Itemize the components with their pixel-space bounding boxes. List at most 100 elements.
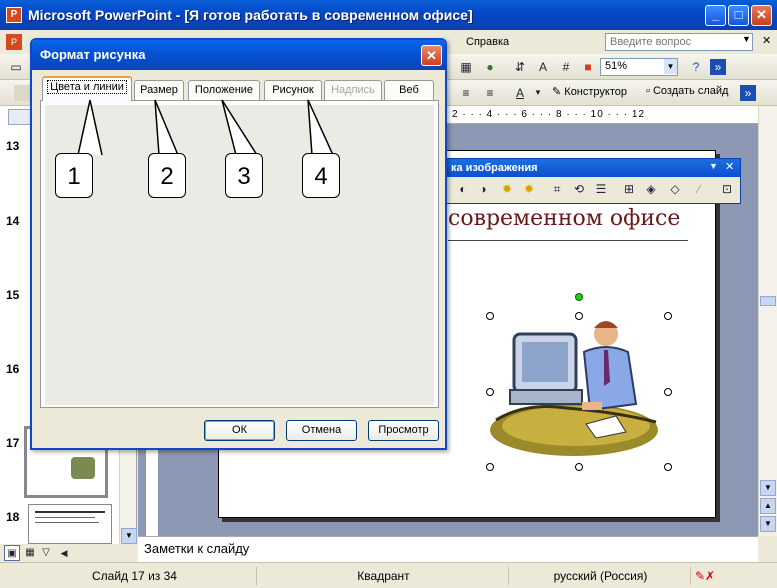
resize-handle-w[interactable] xyxy=(486,388,494,396)
rotate-left-icon[interactable]: ⟲ xyxy=(571,181,587,197)
thumb-line xyxy=(35,511,105,513)
close-document-icon[interactable]: ✕ xyxy=(762,34,771,47)
font-color-dropdown-icon[interactable]: ▼ xyxy=(530,85,546,101)
format-picture-dialog: Формат рисунка ✕ Цвета и линии Размер По… xyxy=(30,38,447,450)
design-icon: ✎ xyxy=(552,86,562,98)
slide-number-18: 18 xyxy=(6,510,20,524)
less-brightness-icon[interactable]: ✸ xyxy=(521,181,537,197)
vertical-scrollbar[interactable]: ▼ ▲ ▼ xyxy=(758,106,777,536)
zoom-dropdown-icon[interactable]: ▼ xyxy=(664,59,677,74)
scroll-thumb[interactable] xyxy=(760,296,776,306)
status-design-name: Квадрант xyxy=(256,567,506,585)
crop-icon[interactable]: ⌗ xyxy=(549,181,565,197)
toolbar-menu-icon[interactable]: ▼ xyxy=(709,161,718,171)
slide-show-icon[interactable]: ▽ xyxy=(38,545,54,561)
tab-label: Цвета и линии xyxy=(47,80,127,94)
maximize-button[interactable]: □ xyxy=(728,5,749,26)
slide-thumbnail-18[interactable] xyxy=(28,504,112,544)
document-icon[interactable]: P xyxy=(6,34,22,50)
globe-icon[interactable]: ● xyxy=(482,59,498,75)
normal-view-icon[interactable]: ▣ xyxy=(4,545,20,561)
scroll-down-icon[interactable]: ▼ xyxy=(760,480,776,496)
increase-indent-icon[interactable]: ≡ xyxy=(482,85,498,101)
status-slide-count: Слайд 17 из 34 xyxy=(92,569,177,583)
view-buttons: ▣ ▦ ▽ ◀ xyxy=(0,544,137,562)
format-picture-icon[interactable]: ◇ xyxy=(667,181,683,197)
thumb-line xyxy=(35,517,95,518)
resize-handle-e[interactable] xyxy=(664,388,672,396)
text-style-icon[interactable]: A xyxy=(535,59,551,75)
new-file-icon[interactable]: ▭ xyxy=(8,59,24,75)
title-underline xyxy=(448,240,688,241)
preview-button[interactable]: Просмотр xyxy=(368,420,439,441)
next-slide-icon[interactable]: ▼ xyxy=(760,516,776,532)
expand-icon[interactable]: ⇵ xyxy=(512,59,528,75)
tab-position[interactable]: Положение xyxy=(188,80,260,100)
recolor-picture-icon[interactable]: ◈ xyxy=(643,181,659,197)
grid-icon[interactable]: # xyxy=(558,59,574,75)
more-brightness-icon[interactable]: ✹ xyxy=(499,181,515,197)
line-style-icon[interactable]: ☰ xyxy=(593,181,609,197)
menu-help[interactable]: Справка xyxy=(466,36,509,48)
tab-colors-and-lines[interactable]: Цвета и линии xyxy=(42,76,132,101)
reset-picture-icon[interactable]: ⊡ xyxy=(719,181,735,197)
new-slide-button[interactable]: ▫ Создать слайд xyxy=(646,85,728,97)
window-title-bar: P Microsoft PowerPoint - [Я готов работа… xyxy=(0,0,777,30)
cancel-button[interactable]: Отмена xyxy=(286,420,357,441)
callout-3: 3 xyxy=(225,153,263,198)
minimize-button[interactable]: _ xyxy=(705,5,726,26)
scroll-left-icon[interactable]: ◀ xyxy=(56,545,72,561)
toolbar-options-icon[interactable]: » xyxy=(710,59,726,75)
dialog-tab-panel xyxy=(40,100,439,408)
rotate-handle[interactable] xyxy=(575,293,583,301)
powerpoint-app-icon[interactable]: P xyxy=(6,7,22,23)
slide-title-text[interactable]: современном офисе xyxy=(448,206,680,231)
help-search-input[interactable]: Введите вопрос xyxy=(605,33,753,51)
picture-toolbar: ка изображения ▼ ✕ ◐ ◑ ✹ ✸ ⌗ ⟲ ☰ ⊞ ◈ ◇ ∕… xyxy=(438,158,741,204)
slide-number-14: 14 xyxy=(6,214,20,228)
toolbar-handle-icon[interactable] xyxy=(14,85,30,101)
slide-number-17: 17 xyxy=(6,436,20,450)
dialog-close-button[interactable]: ✕ xyxy=(421,45,442,66)
callout-2: 2 xyxy=(148,153,186,198)
new-slide-label: Создать слайд xyxy=(652,85,729,97)
resize-handle-n[interactable] xyxy=(575,312,583,320)
compress-picture-icon[interactable]: ⊞ xyxy=(621,181,637,197)
slide-sorter-icon[interactable]: ▦ xyxy=(22,545,38,561)
resize-handle-ne[interactable] xyxy=(664,312,672,320)
less-contrast-icon[interactable]: ◑ xyxy=(475,181,491,197)
decrease-indent-icon[interactable]: ≡ xyxy=(458,85,474,101)
resize-handle-s[interactable] xyxy=(575,463,583,471)
help-icon[interactable]: ? xyxy=(688,59,704,75)
tab-size[interactable]: Размер xyxy=(134,80,184,100)
slide-number-15: 15 xyxy=(6,288,20,302)
new-slide-icon: ▫ xyxy=(646,85,650,97)
dialog-title[interactable]: Формат рисунка xyxy=(32,40,445,70)
resize-handle-nw[interactable] xyxy=(486,312,494,320)
previous-slide-icon[interactable]: ▲ xyxy=(760,498,776,514)
scroll-down-icon[interactable]: ▼ xyxy=(121,528,137,544)
ok-button[interactable]: ОК xyxy=(204,420,275,441)
toolbar-close-icon[interactable]: ✕ xyxy=(725,160,734,173)
design-label: Конструктор xyxy=(564,86,627,98)
office-clipart-thumbnail xyxy=(71,457,95,479)
close-window-button[interactable]: ✕ xyxy=(751,5,772,26)
more-contrast-icon[interactable]: ◐ xyxy=(455,181,471,197)
status-bar: Слайд 17 из 34 Квадрант русский (Россия)… xyxy=(0,562,777,588)
help-search-dropdown-icon[interactable]: ▼ xyxy=(742,34,751,44)
font-color-icon[interactable]: A xyxy=(512,85,528,101)
tab-picture[interactable]: Рисунок xyxy=(264,80,322,100)
toolbar2-options-icon[interactable]: » xyxy=(740,85,756,101)
design-button[interactable]: ✎ Конструктор xyxy=(552,85,627,98)
resize-handle-sw[interactable] xyxy=(486,463,494,471)
resize-handle-se[interactable] xyxy=(664,463,672,471)
set-transparent-color-icon[interactable]: ∕ xyxy=(691,181,707,197)
tab-web[interactable]: Веб xyxy=(384,80,434,100)
picture-toolbar-title[interactable]: ка изображения xyxy=(439,159,740,177)
notes-pane[interactable]: Заметки к слайду xyxy=(138,536,758,562)
color-icon[interactable]: ■ xyxy=(580,59,596,75)
thumb-line xyxy=(35,522,99,523)
office-worker-clipart[interactable] xyxy=(486,312,666,462)
spelling-status-icon[interactable]: ✎✗ xyxy=(690,567,715,585)
insert-chart-icon[interactable]: ▦ xyxy=(458,59,474,75)
